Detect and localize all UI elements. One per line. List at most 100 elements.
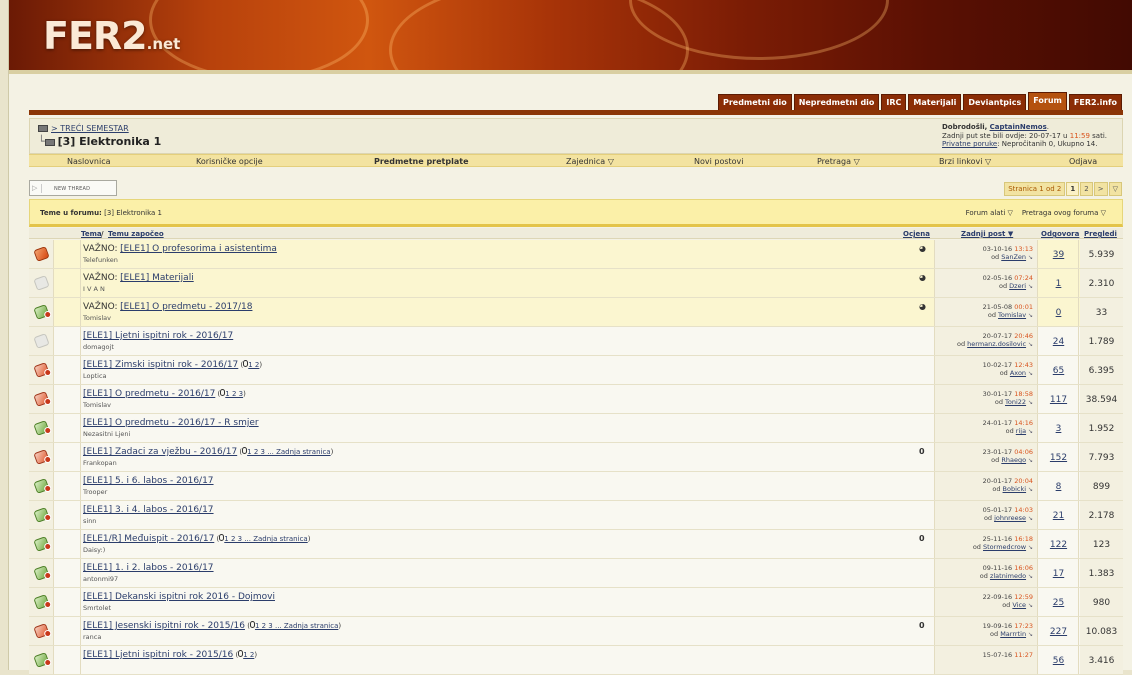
col-last-post[interactable]: Zadnji post ▼ (961, 230, 1013, 238)
thread-title-link[interactable]: [ELE1] O predmetu - 2017/18 (120, 302, 252, 312)
thread-author[interactable]: Telefunken (83, 256, 933, 264)
go-to-last-post-icon[interactable]: ↘ (1026, 254, 1033, 261)
thread-author[interactable]: ranca (83, 633, 933, 641)
breadcrumb-parent-link[interactable]: > TREĆI SEMESTAR (51, 124, 129, 133)
thread-page-links[interactable]: 1 2 (243, 651, 254, 659)
nav-pretraga[interactable]: Pretraga ▽ (817, 157, 860, 166)
site-logo[interactable]: FER2.net (43, 14, 180, 58)
thread-title-link[interactable]: [ELE1] O predmetu - 2016/17 - R smjer (83, 418, 259, 428)
nav-predmetne-pretplate[interactable]: Predmetne pretplate (374, 157, 469, 166)
last-post-user-link[interactable]: rija (1016, 427, 1026, 435)
thread-author[interactable]: Tomislav (83, 314, 933, 322)
tab-materijali[interactable]: Materijali (908, 94, 962, 111)
username-link[interactable]: CaptainNemos (990, 123, 1047, 131)
tab-forum[interactable]: Forum (1028, 92, 1067, 111)
last-post-user-link[interactable]: hermanz.dosilovic (967, 340, 1026, 348)
thread-author[interactable]: Loptica (83, 372, 933, 380)
nav-korisni-ke-opcije[interactable]: Korisničke opcije (196, 157, 263, 166)
thread-title-link[interactable]: [ELE1] Zadaci za vježbu - 2016/17 (83, 447, 237, 457)
page-link-2[interactable]: 2 (1080, 182, 1093, 196)
nav-novi-postovi[interactable]: Novi postovi (694, 157, 744, 166)
thread-page-links[interactable]: 1 2 3 (225, 390, 243, 398)
thread-author[interactable]: I V A N (83, 285, 933, 293)
go-to-last-post-icon[interactable]: ↘ (1026, 399, 1033, 406)
thread-title-link[interactable]: [ELE1] O profesorima i asistentima (120, 244, 277, 254)
thread-title-link[interactable]: [ELE1] Ljetni ispitni rok - 2015/16 (83, 650, 233, 660)
go-to-last-post-icon[interactable]: ↘ (1026, 428, 1033, 435)
go-to-last-post-icon[interactable]: ↘ (1026, 312, 1033, 319)
nav-zajednica[interactable]: Zajednica ▽ (566, 157, 614, 166)
thread-title-link[interactable]: [ELE1] O predmetu - 2016/17 (83, 389, 215, 399)
thread-title-link[interactable]: [ELE1] Materijali (120, 273, 194, 283)
forum-search-menu[interactable]: Pretraga ovog foruma ▽ (1022, 209, 1106, 217)
thread-author[interactable]: Daisy:) (83, 546, 933, 554)
last-post-user-link[interactable]: Toni22 (1005, 398, 1026, 406)
replies-link[interactable]: 39 (1039, 240, 1079, 268)
thread-title-link[interactable]: [ELE1] Jesenski ispitni rok - 2015/16 (83, 621, 245, 631)
last-post-user-link[interactable]: Bobicki (1003, 485, 1027, 493)
col-views[interactable]: Pregledi (1084, 230, 1117, 238)
last-post-user-link[interactable]: SanZen (1001, 253, 1026, 261)
last-post-user-link[interactable]: johnreese (994, 514, 1026, 522)
col-starter[interactable]: Temu započeo (108, 230, 164, 238)
go-to-last-post-icon[interactable]: ↘ (1026, 370, 1033, 377)
last-post-user-link[interactable]: Vice (1012, 601, 1026, 609)
go-to-last-post-icon[interactable]: ↘ (1026, 515, 1033, 522)
thread-title-link[interactable]: [ELE1] Ljetni ispitni rok - 2016/17 (83, 331, 233, 341)
replies-link[interactable]: 25 (1039, 588, 1079, 616)
thread-page-links[interactable]: 1 2 3 ... Zadnja stranica (224, 535, 307, 543)
replies-link[interactable]: 227 (1039, 617, 1079, 645)
thread-author[interactable]: Smrtolet (83, 604, 933, 612)
thread-title-link[interactable]: [ELE1/R] Međuispit - 2016/17 (83, 534, 214, 544)
thread-author[interactable]: domagojt (83, 343, 933, 351)
tab-deviantpics[interactable]: Deviantpics (963, 94, 1027, 111)
private-messages-link[interactable]: Privatne poruke (942, 140, 997, 148)
nav-odjava[interactable]: Odjava (1069, 157, 1097, 166)
thread-page-links[interactable]: 1 2 (248, 361, 259, 369)
thread-author[interactable]: sinn (83, 517, 933, 525)
last-post-user-link[interactable]: zlatnimedo (990, 572, 1026, 580)
col-thread[interactable]: Tema (81, 230, 102, 238)
last-post-user-link[interactable]: Axon (1010, 369, 1026, 377)
thread-author[interactable]: Nezasitni Ljeni (83, 430, 933, 438)
replies-link[interactable]: 65 (1039, 356, 1079, 384)
replies-link[interactable]: 122 (1039, 530, 1079, 558)
tab-nepredmetni-dio[interactable]: Nepredmetni dio (793, 94, 880, 111)
go-to-last-post-icon[interactable]: ↘ (1026, 544, 1033, 551)
go-to-last-post-icon[interactable]: ↘ (1026, 631, 1033, 638)
forum-tools-menu[interactable]: Forum alati ▽ (966, 209, 1013, 217)
go-to-last-post-icon[interactable]: ↘ (1026, 573, 1033, 580)
last-post-user-link[interactable]: Stormedcrow (983, 543, 1026, 551)
pager-menu-button[interactable]: ▽ (1108, 182, 1122, 196)
replies-link[interactable]: 0 (1039, 298, 1079, 326)
thread-title-link[interactable]: [ELE1] 3. i 4. labos - 2016/17 (83, 505, 214, 515)
go-to-last-post-icon[interactable]: ↘ (1026, 602, 1033, 609)
replies-link[interactable]: 117 (1039, 385, 1079, 413)
thread-title-link[interactable]: [ELE1] 1. i 2. labos - 2016/17 (83, 563, 214, 573)
replies-link[interactable]: 8 (1039, 472, 1079, 500)
thread-author[interactable]: Trooper (83, 488, 933, 496)
thread-author[interactable]: Tomislav (83, 401, 933, 409)
go-to-last-post-icon[interactable]: ↘ (1026, 341, 1033, 348)
go-to-last-post-icon[interactable]: ↘ (1026, 486, 1033, 493)
page-link-1[interactable]: 1 (1066, 182, 1080, 196)
replies-link[interactable]: 17 (1039, 559, 1079, 587)
thread-title-link[interactable]: [ELE1] Dekanski ispitni rok 2016 - Dojmo… (83, 592, 275, 602)
go-to-last-post-icon[interactable]: ↘ (1026, 283, 1033, 290)
thread-author[interactable]: antonmi97 (83, 575, 933, 583)
replies-link[interactable]: 1 (1039, 269, 1079, 297)
replies-link[interactable]: 152 (1039, 443, 1079, 471)
replies-link[interactable]: 24 (1039, 327, 1079, 355)
tab-irc[interactable]: IRC (881, 94, 907, 111)
tab-fer2-info[interactable]: FER2.info (1068, 94, 1122, 111)
replies-link[interactable]: 21 (1039, 501, 1079, 529)
last-post-user-link[interactable]: Tomislav (998, 311, 1026, 319)
col-rating[interactable]: Ocjena (903, 230, 930, 238)
nav-brzi-linkovi[interactable]: Brzi linkovi ▽ (939, 157, 991, 166)
thread-title-link[interactable]: [ELE1] 5. i 6. labos - 2016/17 (83, 476, 214, 486)
thread-title-link[interactable]: [ELE1] Zimski ispitni rok - 2016/17 (83, 360, 238, 370)
last-post-user-link[interactable]: Dzeri (1009, 282, 1026, 290)
last-post-user-link[interactable]: Rhaego (1001, 456, 1026, 464)
thread-page-links[interactable]: 1 2 3 ... Zadnja stranica (255, 622, 338, 630)
go-to-last-post-icon[interactable]: ↘ (1026, 457, 1033, 464)
